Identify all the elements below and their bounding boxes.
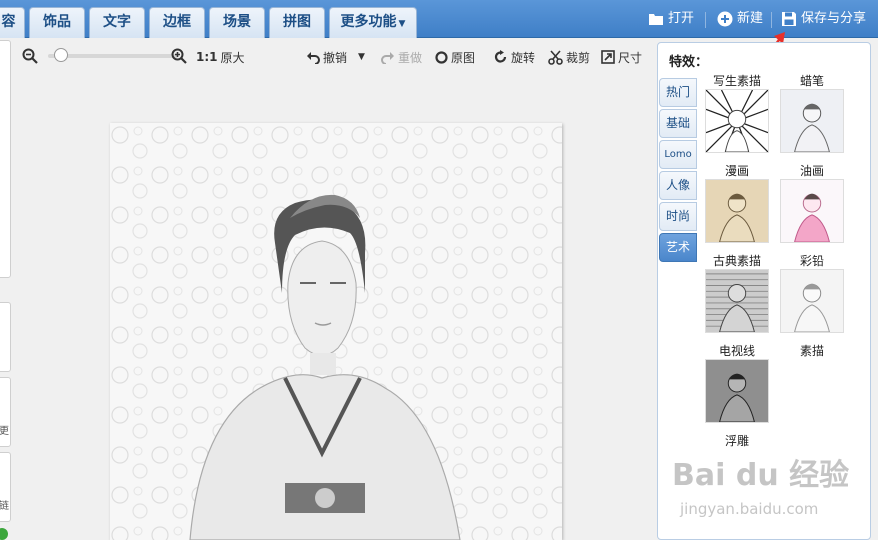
effect-thumbnail (705, 359, 769, 423)
left-card[interactable] (0, 302, 11, 372)
left-card-label: 链 (0, 501, 9, 512)
left-tool-strip: 更 链 (0, 40, 12, 540)
tab-text[interactable]: 文字 (89, 7, 145, 38)
effect-label: 浮雕 (724, 434, 749, 448)
left-card[interactable] (0, 40, 11, 278)
tab-collage[interactable]: 拼图 (269, 7, 325, 38)
original-image-label: 原图 (451, 50, 476, 65)
category-tab-basic[interactable]: 基础 (659, 109, 697, 138)
category-tab-fashion[interactable]: 时尚 (659, 202, 697, 231)
effect-classic-sketch[interactable]: 古典素描 (704, 253, 770, 333)
effect-tv-lines[interactable]: 电视线 (704, 343, 770, 423)
rotate-button[interactable]: 旋转 (494, 48, 535, 66)
edited-photo[interactable] (110, 123, 562, 540)
scissors-icon (548, 49, 563, 65)
zoom-slider-handle[interactable] (54, 48, 68, 62)
effect-label: 电视线 (718, 344, 755, 358)
effect-thumbnail (705, 179, 769, 243)
left-card[interactable]: 更 (0, 377, 11, 447)
original-size-label: 原大 (220, 50, 245, 65)
effect-label: 素描 (799, 344, 824, 358)
effect-sketch-life[interactable]: 写生素描 (704, 73, 770, 153)
edit-toolbar: 1:1 原大 撤销 ▼ 重做 原图 旋转 裁剪 尺寸 (14, 40, 654, 72)
watermark-url: jingyan.baidu.com (680, 500, 819, 518)
redo-icon (381, 52, 394, 64)
effect-emboss[interactable]: 浮雕 (704, 433, 770, 449)
effect-pencil-sketch[interactable]: 素描 (779, 343, 845, 359)
size-label: 尺寸 (618, 50, 643, 65)
effect-label: 写生素描 (712, 74, 761, 88)
sketch-portrait-image (110, 123, 562, 540)
effect-oil-painting[interactable]: 油画 (779, 163, 845, 243)
new-label: 新建 (737, 11, 764, 26)
category-tab-lomo[interactable]: Lomo (659, 140, 697, 169)
circle-icon (435, 50, 448, 64)
watermark-brand: Bai du 经验 (672, 458, 850, 493)
effect-thumbnail (705, 89, 769, 153)
effect-label: 漫画 (724, 164, 749, 178)
undo-dropdown[interactable]: ▼ (358, 48, 365, 66)
green-indicator (0, 528, 8, 540)
open-label: 打开 (668, 11, 695, 26)
folder-icon (649, 14, 663, 25)
divider (771, 12, 772, 28)
original-image-button[interactable]: 原图 (435, 48, 475, 66)
dropdown-arrow-icon: ▼ (398, 19, 406, 29)
effect-thumbnail (705, 269, 769, 333)
size-button[interactable]: 尺寸 (601, 48, 642, 66)
effect-label: 蜡笔 (799, 74, 824, 88)
redo-button[interactable]: 重做 (381, 48, 422, 66)
category-tab-portrait[interactable]: 人像 (659, 171, 697, 200)
original-size-button[interactable]: 1:1 原大 (196, 48, 245, 66)
effect-label: 彩铅 (799, 254, 824, 268)
left-card-label: 更 (0, 426, 9, 437)
effect-label: 古典素描 (712, 254, 761, 268)
category-tab-hot[interactable]: 热门 (659, 78, 697, 107)
zoom-in-icon[interactable] (171, 48, 187, 64)
ratio-label: 1:1 (196, 50, 218, 64)
effect-comic[interactable]: 漫画 (704, 163, 770, 243)
redo-label: 重做 (398, 50, 423, 65)
tab-accessories[interactable]: 饰品 (29, 7, 85, 38)
resize-icon (601, 50, 615, 64)
tab-partial[interactable]: 容 (0, 7, 25, 38)
tab-border[interactable]: 边框 (149, 7, 205, 38)
save-share-label: 保存与分享 (801, 11, 867, 26)
caret-down-icon: ▼ (358, 52, 365, 62)
save-share-button[interactable]: 保存与分享 (781, 8, 866, 30)
divider (705, 12, 706, 28)
crop-button[interactable]: 裁剪 (548, 48, 590, 66)
undo-button[interactable]: 撤销 (306, 48, 347, 66)
effect-crayon[interactable]: 蜡笔 (779, 73, 845, 153)
effect-thumbnail (780, 89, 844, 153)
category-tab-art[interactable]: 艺术 (659, 233, 697, 262)
effects-title: 特效： (669, 55, 709, 70)
zoom-out-icon[interactable] (22, 48, 38, 64)
effect-label: 油画 (799, 164, 824, 178)
undo-label: 撤销 (323, 50, 348, 65)
left-card[interactable]: 链 (0, 452, 11, 522)
rotate-label: 旋转 (511, 50, 536, 65)
plus-circle-icon (717, 11, 733, 27)
rotate-icon (494, 50, 507, 63)
effect-thumbnail (780, 269, 844, 333)
crop-label: 裁剪 (566, 50, 591, 65)
new-button[interactable]: 新建 (717, 8, 763, 30)
undo-icon (307, 52, 320, 64)
tab-more-label: 更多功能 (340, 14, 397, 30)
effect-thumbnail (780, 179, 844, 243)
tab-more-features[interactable]: 更多功能 ▼ (329, 7, 417, 38)
top-bar: 容 饰品 文字 边框 场景 拼图 更多功能 ▼ 打开 新建 保存与分享 (0, 0, 878, 38)
tab-scene[interactable]: 场景 (209, 7, 265, 38)
effect-color-pencil[interactable]: 彩铅 (779, 253, 845, 333)
floppy-disk-icon (782, 12, 796, 26)
open-button[interactable]: 打开 (648, 8, 694, 30)
